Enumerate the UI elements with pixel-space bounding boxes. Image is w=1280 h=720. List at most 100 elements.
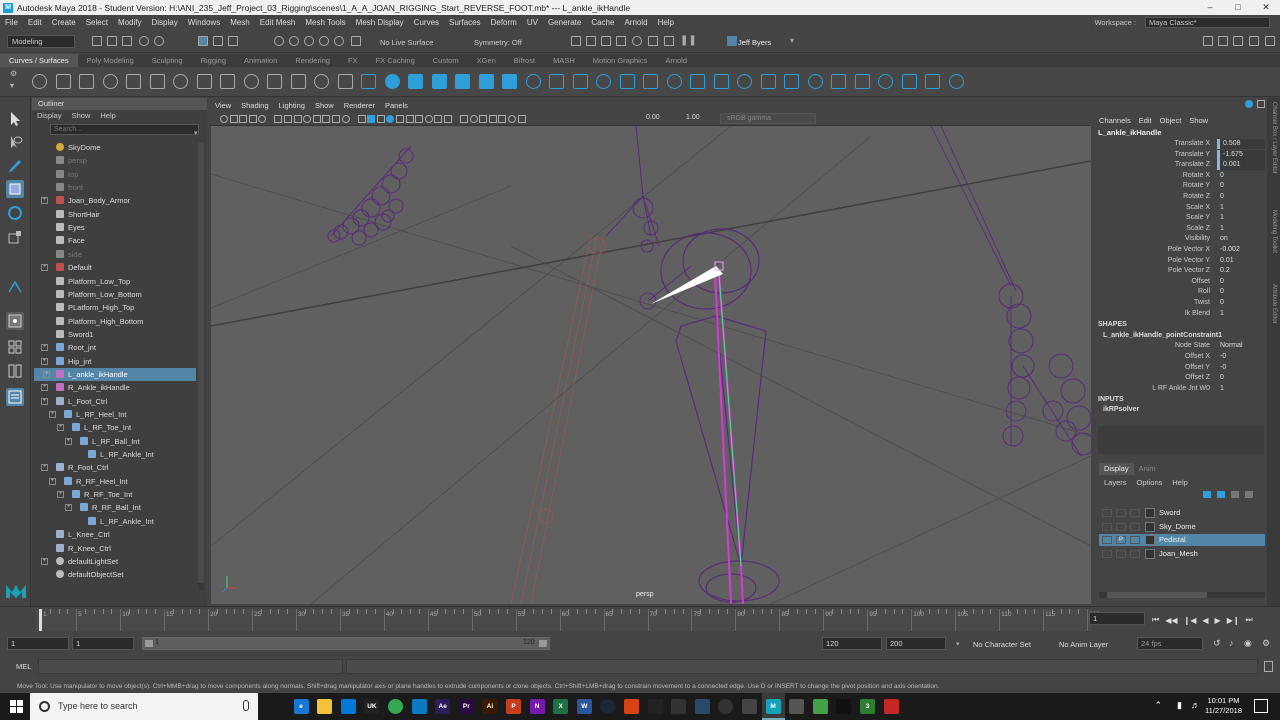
image-plane-icon[interactable] [248,115,257,123]
user-dropdown-icon[interactable]: ▾ [790,36,794,45]
playback-start-field[interactable]: 1 [72,637,134,650]
character-set-label[interactable]: No Character Set [973,640,1031,649]
channel-row[interactable]: Translate X 0.508 [1098,139,1266,149]
outliner-search-input[interactable]: Search... [50,124,199,135]
reverse-curve-icon[interactable] [290,74,306,89]
detach-surface-icon[interactable] [925,74,940,89]
outliner-item[interactable]: + L_ankle_ikHandle [34,367,196,381]
step-back-key-icon[interactable]: ◀◀ [1165,616,1177,625]
layer-color-swatch[interactable] [1145,521,1155,532]
new-empty-layer-icon[interactable] [1231,491,1239,498]
command-input[interactable] [38,659,343,674]
menu-uv[interactable]: UV [522,18,543,27]
channel-value[interactable]: 0 [1217,277,1265,287]
shelf-tab-motion-graphics[interactable]: Motion Graphics [584,54,657,67]
taskbar-clock[interactable]: 10:01 PM 11/27/2018 [1205,696,1242,716]
channel-value[interactable]: 1 [1217,309,1265,319]
microphone-icon[interactable] [243,700,249,711]
channel-value[interactable]: 0.508 [1217,139,1265,149]
outliner-item[interactable]: + Default [41,261,92,274]
menu-mesh[interactable]: Mesh [225,18,255,27]
menu-select[interactable]: Select [81,18,113,27]
project-curve-icon[interactable] [690,74,705,89]
outliner-layout-icon[interactable] [6,388,24,406]
outliner-item[interactable]: + L_RF_Ball_Int [65,435,140,448]
undo-icon[interactable] [139,36,149,46]
nurbs-torus-icon[interactable] [502,74,517,89]
layer-color-swatch[interactable] [1145,548,1155,559]
smooth-icon[interactable] [831,74,846,89]
layer-row[interactable]: Sword [1099,507,1265,519]
outliner-item[interactable]: Eyes [56,221,85,234]
hypershade-icon[interactable] [632,36,642,46]
shape-channel-row[interactable]: Offset Z 0 [1098,373,1266,383]
grease-pencil-icon[interactable] [274,115,283,123]
shape-channel-row[interactable]: Offset X -0 [1098,352,1266,362]
cv-curve-icon[interactable] [149,74,165,89]
store-icon[interactable] [340,699,356,714]
outliner-item[interactable]: + L_RF_Heel_Int [49,408,126,421]
script-editor-icon[interactable] [1264,661,1273,672]
range-end-field[interactable]: 200 [886,637,946,650]
bevel-icon[interactable] [619,74,635,89]
outliner-item[interactable]: + L_RF_Toe_Int [57,421,131,434]
outliner-menu-display[interactable]: Display [32,110,67,122]
outliner-item[interactable]: L_RF_Ankle_Int [88,448,154,461]
auto-key-icon[interactable]: ◉ [1244,638,1252,649]
expand-toggle-icon[interactable]: + [49,411,56,418]
nurbs-sphere-icon[interactable] [384,74,400,89]
outliner-item[interactable]: + R_RF_Heel_Int [49,475,128,488]
channel-value[interactable]: 0.001 [1217,160,1265,171]
range-start-handle[interactable] [145,640,153,647]
mel-label[interactable]: MEL [16,662,31,671]
minimize-button[interactable]: – [1196,0,1224,15]
expand-toggle-icon[interactable]: + [41,264,48,272]
layer-display-type-toggle[interactable] [1130,549,1140,558]
tray-chevron-icon[interactable]: ⌃ [1154,700,1162,711]
three-point-arc-icon[interactable] [196,74,212,89]
shelf-settings-icon[interactable]: ⚙ [10,70,18,78]
arc-icon[interactable] [173,74,188,89]
channel-row[interactable]: Rotate X 0 [1098,171,1266,181]
shelf-tab-rendering[interactable]: Rendering [286,54,339,67]
grid-icon[interactable] [284,115,292,123]
time-slider[interactable]: 1 5 10 15 20 25 30 35 40 45 50 55 60 65 70 75 80 85 90 95 10… [0,606,1280,632]
app-icon[interactable] [671,699,687,714]
extrude-icon[interactable] [525,74,541,89]
loft-icon[interactable] [314,74,329,89]
camera-attributes-icon[interactable] [229,115,238,123]
channel-value[interactable]: 1 [1217,384,1265,394]
layer-display-type-toggle[interactable] [1130,509,1140,517]
outliner-toggle-icon[interactable] [1265,36,1275,46]
shelf-tab-bifrost[interactable]: Bifrost [505,54,544,67]
loop-icon[interactable]: ↺ [1213,638,1221,649]
tool-settings-icon[interactable] [1233,36,1243,46]
shadows-icon[interactable] [415,115,424,123]
open-scene-icon[interactable] [107,36,117,46]
viewport-menu-panels[interactable]: Panels [380,100,413,112]
layer-row[interactable]: P Pedistal [1099,534,1265,546]
outliner-item[interactable]: + L_Foot_Ctrl [41,395,107,408]
viewport-menu-show[interactable]: Show [310,100,339,112]
menu-edit-mesh[interactable]: Edit Mesh [255,18,301,27]
menu-curves[interactable]: Curves [409,18,444,27]
range-end-handle[interactable] [539,640,547,647]
layer-menu-help[interactable]: Help [1167,478,1192,487]
channel-value[interactable]: 0 [1217,298,1265,308]
live-surface-label[interactable]: No Live Surface [380,38,433,47]
intersect-icon[interactable] [713,74,729,89]
expand-toggle-icon[interactable]: + [41,557,48,565]
shelf-tab-arnold[interactable]: Arnold [656,54,696,67]
channel-row[interactable]: Scale Z 1 [1098,224,1266,234]
selected-bone[interactable] [651,266,723,304]
menu-edit[interactable]: Edit [23,18,47,27]
channel-row[interactable]: Offset 0 [1098,277,1266,287]
channel-value[interactable]: -0 [1217,352,1265,362]
attach-surface-icon[interactable] [901,74,917,89]
outliner-item[interactable]: + defaultLightSet [41,555,118,568]
expand-toggle-icon[interactable]: + [65,504,72,512]
go-to-end-icon[interactable]: ⏭ [1246,615,1253,625]
outliner-item[interactable]: Platform_Low_Bottom [56,288,142,301]
channel-row[interactable]: Pole Vector Y 0.01 [1098,256,1266,266]
gamma-icon[interactable] [517,115,526,123]
